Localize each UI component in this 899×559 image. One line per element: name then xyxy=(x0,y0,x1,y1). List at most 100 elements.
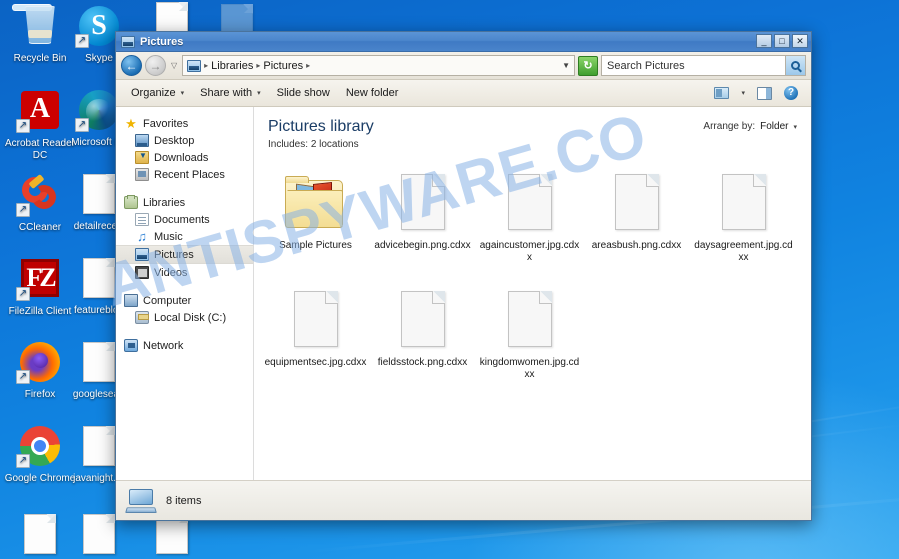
search-input[interactable]: Search Pictures xyxy=(601,55,806,76)
organize-label: Organize xyxy=(131,87,176,99)
address-dropdown-icon[interactable]: ▼ xyxy=(562,61,570,70)
list-item[interactable]: againcustomer.jpg.cdxx xyxy=(476,162,583,267)
file-name: equipmentsec.jpg.cdxx xyxy=(264,357,367,369)
sidebar-item-network[interactable]: Network xyxy=(116,337,253,354)
minimize-button[interactable]: _ xyxy=(756,34,772,48)
slide-show-button[interactable]: Slide show xyxy=(269,84,338,102)
sidebar-item-pictures[interactable]: Pictures xyxy=(116,245,253,264)
sidebar-item-recent-places[interactable]: Recent Places xyxy=(116,166,253,183)
preview-pane-button[interactable] xyxy=(751,84,778,103)
file-name: daysagreement.jpg.cdxx xyxy=(692,240,795,263)
file-name: againcustomer.jpg.cdxx xyxy=(478,240,581,263)
google-chrome-icon: ↗ xyxy=(16,426,64,470)
breadcrumb-separator-icon[interactable]: ▸ xyxy=(306,61,310,70)
navigation-bar: ← → ▽ ▸ Libraries ▸ Pictures ▸ ▼ ↻ Searc… xyxy=(116,52,811,80)
sidebar-item-label: Videos xyxy=(154,267,187,279)
sidebar-item-music[interactable]: ♫ Music xyxy=(116,228,253,245)
address-bar[interactable]: ▸ Libraries ▸ Pictures ▸ ▼ xyxy=(182,55,575,76)
chevron-down-icon: ▾ xyxy=(741,89,745,97)
breadcrumb-separator-icon[interactable]: ▸ xyxy=(256,61,260,70)
change-view-button[interactable] xyxy=(708,84,735,102)
file-name: advicebegin.png.cdxx xyxy=(371,240,474,252)
library-header: Pictures library Includes: 2 locations A… xyxy=(254,107,811,156)
file-name: areasbush.png.cdxx xyxy=(585,240,688,252)
chevron-down-icon: ▾ xyxy=(257,89,261,97)
favorites-star-icon: ★ xyxy=(124,117,138,130)
back-button[interactable]: ← xyxy=(121,55,142,76)
forward-button[interactable]: → xyxy=(145,55,166,76)
window-title-bar[interactable]: Pictures _ □ ✕ xyxy=(116,32,811,52)
sidebar-item-favorites[interactable]: ★ Favorites xyxy=(116,115,253,132)
sidebar-item-label: Network xyxy=(143,340,183,352)
sidebar-item-documents[interactable]: Documents xyxy=(116,211,253,228)
file-name: Sample Pictures xyxy=(264,240,367,252)
search-icon[interactable] xyxy=(785,56,805,75)
breadcrumb-pictures[interactable]: Pictures xyxy=(263,60,303,72)
new-folder-button[interactable]: New folder xyxy=(338,84,407,102)
nav-group-libraries: Libraries Documents ♫ Music Pictures xyxy=(116,194,253,281)
explorer-window: Pictures _ □ ✕ ← → ▽ ▸ Libraries ▸ Pictu… xyxy=(115,31,812,521)
arrange-by: Arrange by: Folder ▾ xyxy=(703,121,797,132)
organize-button[interactable]: Organize ▾ xyxy=(123,84,192,102)
refresh-button[interactable]: ↻ xyxy=(578,56,598,76)
generic-file-icon xyxy=(371,166,474,238)
sidebar-item-downloads[interactable]: Downloads xyxy=(116,149,253,166)
nav-group-network: Network xyxy=(116,337,253,354)
change-view-icon xyxy=(714,87,729,99)
list-item[interactable]: daysagreement.jpg.cdxx xyxy=(690,162,797,267)
close-button[interactable]: ✕ xyxy=(792,34,808,48)
page-title: Pictures library xyxy=(268,117,374,136)
sidebar-item-label: Downloads xyxy=(154,152,208,164)
breadcrumb-libraries[interactable]: Libraries xyxy=(211,60,253,72)
sidebar-item-desktop[interactable]: Desktop xyxy=(116,132,253,149)
desktop: Recycle Bin S↗ Skype A↗ Acrobat Reader D… xyxy=(0,0,899,559)
item-count: 8 items xyxy=(166,495,201,507)
search-input-value: Search Pictures xyxy=(607,60,785,72)
help-icon: ? xyxy=(784,86,798,100)
documents-icon xyxy=(135,213,149,226)
help-button[interactable]: ? xyxy=(778,83,804,103)
sidebar-item-local-disk[interactable]: Local Disk (C:) xyxy=(116,309,253,326)
firefox-icon: ↗ xyxy=(16,342,64,386)
arrange-by-value[interactable]: Folder xyxy=(760,121,788,132)
folder-icon xyxy=(264,166,367,238)
recent-pages-caret-icon[interactable]: ▽ xyxy=(169,61,179,70)
generic-file-icon xyxy=(585,166,688,238)
list-item[interactable]: kingdomwomen.jpg.cdxx xyxy=(476,279,583,384)
window-title: Pictures xyxy=(140,36,183,48)
chevron-down-icon[interactable]: ▾ xyxy=(793,123,797,131)
command-bar: Organize ▾ Share with ▾ Slide show New f… xyxy=(116,80,811,107)
sidebar-item-label: Favorites xyxy=(143,118,188,130)
videos-icon xyxy=(135,266,149,279)
share-with-button[interactable]: Share with ▾ xyxy=(192,84,269,102)
file-grid: Sample Pictures advicebegin.png.cdxx aga… xyxy=(254,156,811,480)
list-item[interactable]: areasbush.png.cdxx xyxy=(583,162,690,267)
local-disk-icon xyxy=(135,311,149,324)
maximize-button[interactable]: □ xyxy=(774,34,790,48)
sidebar-item-label: Recent Places xyxy=(154,169,225,181)
pictures-library-icon xyxy=(121,36,135,48)
includes-value[interactable]: 2 locations xyxy=(311,139,359,150)
list-item[interactable]: equipmentsec.jpg.cdxx xyxy=(262,279,369,384)
breadcrumb-separator-icon[interactable]: ▸ xyxy=(204,61,208,70)
list-item[interactable]: advicebegin.png.cdxx xyxy=(369,162,476,267)
list-item[interactable]: Sample Pictures xyxy=(262,162,369,267)
includes-label: Includes: xyxy=(268,139,308,150)
sidebar-item-libraries[interactable]: Libraries xyxy=(116,194,253,211)
network-icon xyxy=(124,339,138,352)
window-controls: _ □ ✕ xyxy=(756,34,808,48)
sidebar-item-computer[interactable]: Computer xyxy=(116,292,253,309)
chevron-down-icon: ▾ xyxy=(181,89,185,97)
list-item[interactable]: fieldsstock.png.cdxx xyxy=(369,279,476,384)
computer-status-icon xyxy=(126,488,156,514)
arrange-by-label: Arrange by: xyxy=(703,121,755,132)
sidebar-item-label: Music xyxy=(154,231,183,243)
generic-file-icon xyxy=(264,283,367,355)
navigation-pane: ★ Favorites Desktop Downloads Recent Pla… xyxy=(116,107,254,480)
file-list-pane: Pictures library Includes: 2 locations A… xyxy=(254,107,811,480)
change-view-caret[interactable]: ▾ xyxy=(735,86,751,100)
sidebar-item-videos[interactable]: Videos xyxy=(116,264,253,281)
nav-group-computer: Computer Local Disk (C:) xyxy=(116,292,253,326)
downloads-icon xyxy=(135,151,149,164)
ccleaner-icon: ↗ xyxy=(16,175,64,219)
